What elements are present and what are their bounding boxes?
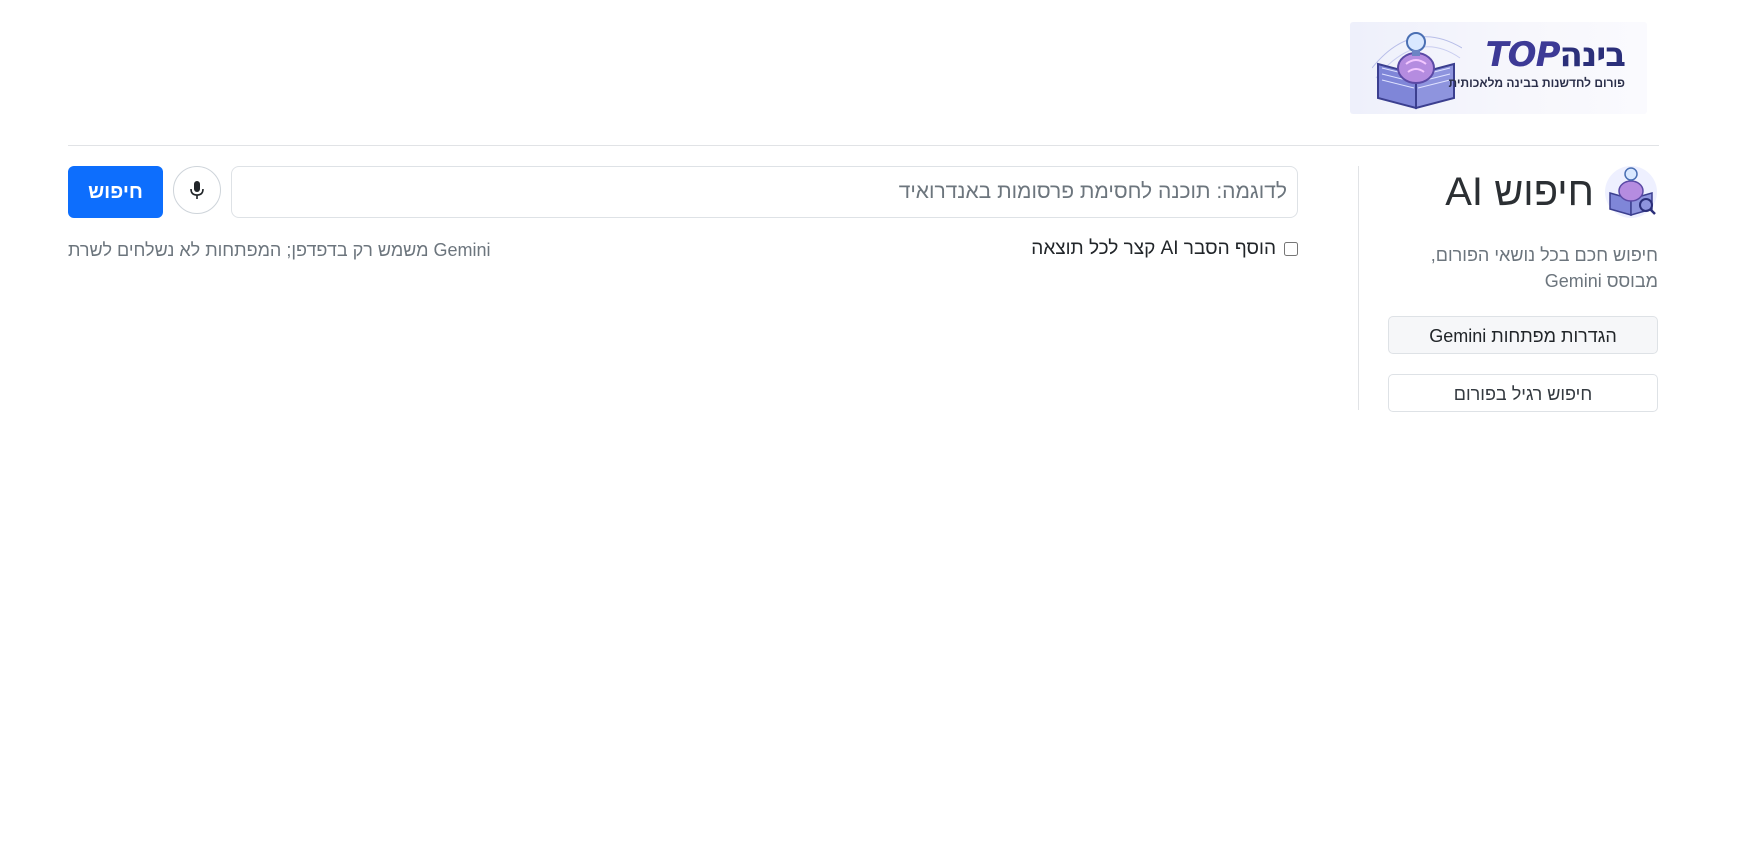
sidebar: חיפוש AI חיפוש חכם בכל נושאי הפורום, מבו… bbox=[1388, 164, 1658, 412]
ai-brain-book-icon bbox=[1605, 166, 1657, 218]
sidebar-title: חיפוש AI bbox=[1388, 164, 1658, 220]
page: בינהTOP פורום לחדשנות בבינה מלאכותית חיפ… bbox=[0, 0, 1737, 857]
ai-explain-checkbox[interactable] bbox=[1284, 242, 1298, 256]
regular-forum-search-button[interactable]: חיפוש רגיל בפורום bbox=[1388, 374, 1658, 412]
voice-search-button[interactable] bbox=[173, 166, 221, 214]
privacy-note: Gemini משמש רק בדפדפן; המפתחות לא נשלחים… bbox=[68, 240, 491, 260]
search-button[interactable]: חיפוש bbox=[68, 166, 163, 218]
logo-subtitle: פורום לחדשנות בבינה מלאכותית bbox=[1448, 76, 1625, 90]
microphone-icon bbox=[190, 181, 204, 199]
logo-title: בינהTOP bbox=[1485, 35, 1626, 75]
page-title: חיפוש AI bbox=[1445, 169, 1594, 214]
gemini-keys-settings-button[interactable]: הגדרות מפתחות Gemini bbox=[1388, 316, 1658, 354]
logo-text: בינהTOP פורום לחדשנות בבינה מלאכותית bbox=[1448, 35, 1626, 90]
sidebar-description: חיפוש חכם בכל נושאי הפורום, מבוסס Gemini bbox=[1430, 245, 1658, 291]
header-divider bbox=[68, 145, 1659, 146]
ai-explain-label: הוסף הסבר AI קצר לכל תוצאה bbox=[1031, 238, 1276, 259]
search-input[interactable] bbox=[231, 166, 1298, 218]
forum-logo[interactable]: בינהTOP פורום לחדשנות בבינה מלאכותית bbox=[1350, 22, 1647, 114]
sidebar-divider bbox=[1358, 166, 1359, 410]
ai-explain-option[interactable]: הוסף הסבר AI קצר לכל תוצאה bbox=[1031, 238, 1298, 260]
